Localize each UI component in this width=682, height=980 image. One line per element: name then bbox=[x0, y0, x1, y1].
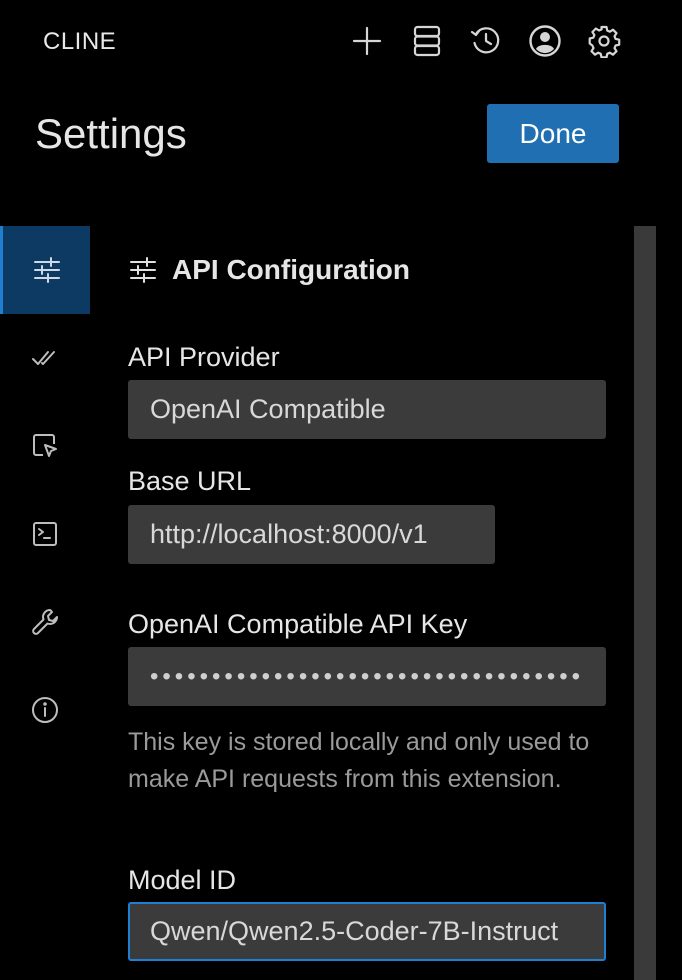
api-key-label: OpenAI Compatible API Key bbox=[128, 609, 468, 639]
terminal-icon bbox=[33, 522, 57, 546]
page-title: Settings bbox=[35, 110, 187, 157]
history-icon[interactable] bbox=[467, 22, 505, 60]
plus-icon[interactable] bbox=[348, 22, 386, 60]
nav-item-terminal[interactable] bbox=[0, 490, 90, 578]
model-id-input[interactable]: Qwen/Qwen2.5-Coder-7B-Instruct bbox=[128, 902, 606, 961]
scrollbar[interactable] bbox=[634, 226, 656, 980]
nav-item-about[interactable] bbox=[0, 666, 90, 754]
api-key-input[interactable]: •••••••••••••••••••••••••••••••••••• bbox=[128, 647, 606, 706]
top-bar: CLINE bbox=[0, 0, 682, 84]
base-url-value: http://localhost:8000/v1 bbox=[150, 519, 428, 549]
nav-item-api-configuration[interactable] bbox=[0, 226, 90, 314]
api-key-masked-value: •••••••••••••••••••••••••••••••••••• bbox=[150, 662, 584, 690]
base-url-label: Base URL bbox=[128, 466, 252, 496]
api-provider-value: OpenAI Compatible bbox=[150, 394, 386, 424]
nav-item-auto-approve[interactable] bbox=[0, 314, 90, 402]
api-provider-select[interactable]: OpenAI Compatible bbox=[128, 380, 606, 439]
settings-panel: CLINE Settings Done API Configuration AP… bbox=[0, 0, 682, 980]
section-header: API Configuration bbox=[128, 254, 410, 286]
browser-cursor-icon bbox=[33, 434, 57, 457]
api-provider-label: API Provider bbox=[128, 342, 280, 372]
base-url-input[interactable]: http://localhost:8000/v1 bbox=[128, 505, 495, 564]
gear-icon[interactable] bbox=[585, 22, 623, 60]
sliders-icon bbox=[33, 257, 60, 283]
double-check-icon bbox=[32, 351, 55, 365]
database-icon[interactable] bbox=[408, 22, 446, 60]
model-id-value: Qwen/Qwen2.5-Coder-7B-Instruct bbox=[150, 916, 559, 946]
account-icon[interactable] bbox=[526, 22, 564, 60]
section-title: API Configuration bbox=[172, 254, 410, 285]
api-key-help-text: This key is stored locally and only used… bbox=[128, 728, 590, 793]
sliders-icon bbox=[130, 257, 156, 283]
info-icon bbox=[32, 697, 58, 723]
done-button[interactable]: Done bbox=[487, 104, 619, 163]
wrench-icon bbox=[32, 609, 58, 635]
nav-item-debug[interactable] bbox=[0, 578, 90, 666]
model-id-label: Model ID bbox=[128, 865, 237, 895]
app-title: CLINE bbox=[43, 28, 117, 55]
nav-item-browser[interactable] bbox=[0, 402, 90, 490]
